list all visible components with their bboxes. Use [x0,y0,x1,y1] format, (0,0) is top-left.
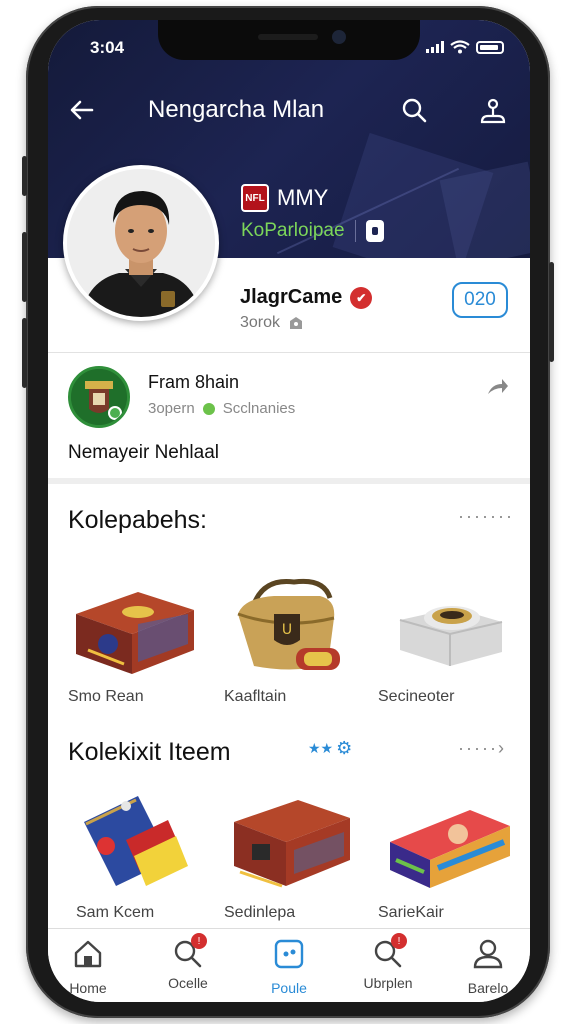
status-time: 3:04 [90,38,125,57]
tab-label: Ocelle [168,975,208,991]
collection-item[interactable]: U Kaafltain [224,574,364,724]
notification-badge: ! [191,933,207,949]
brand-subtitle-row: KoParloipae [241,220,384,242]
tab-home[interactable]: Home [48,937,128,997]
tab-ocelle[interactable]: ! Ocelle [148,933,228,997]
gift-box-image [234,800,350,888]
team-name[interactable]: Fram 8hain [148,372,239,393]
item-label: Kaafltain [224,688,287,705]
tab-barelo[interactable]: Barelo [448,937,528,997]
item-label: SarieKair [378,904,444,921]
notch [158,20,420,60]
user-joystick-icon[interactable] [478,96,508,126]
volume-down-button [22,232,27,302]
team-description: Nemayeir Nehlaal [68,442,220,463]
item-label: Secineoter [378,688,455,705]
item-label: Smo Rean [68,688,144,705]
brand: NFL MMY [241,184,328,212]
profile-name: JlagrCame [240,286,343,308]
page-title: Nengarcha Mlan [148,96,325,123]
gift-box-image [76,592,194,674]
team-logo[interactable] [68,366,130,428]
bag-image: U [237,578,340,670]
verified-icon: ✔ [350,286,373,309]
card-pack-image [84,796,188,886]
lock-chip-icon[interactable] [365,220,384,242]
level-badge[interactable]: 020 [452,282,508,318]
collection-item[interactable]: SarieKair [378,790,518,940]
tab-ubrplen[interactable]: ! Ubrplen [348,933,428,997]
profile-subtitle-row: 3orok [240,314,304,332]
item-label: Sedinlepa [224,904,296,921]
tab-poule[interactable]: Poule [249,937,329,997]
home-icon [74,940,102,968]
share-icon[interactable] [484,374,510,400]
profile-name-row: JlagrCame ✔ [240,286,373,309]
trophy-case-image [399,606,503,666]
collections-title: Kolepabehs: [68,506,208,534]
signal-icon [426,41,444,53]
tab-label: Poule [271,980,307,996]
section-divider [48,478,530,484]
more-button[interactable]: ······· [458,506,514,527]
collection-items-title: Kolekixit Iteem [68,738,231,766]
team-meta: 3opern Scclnanies [148,400,295,417]
power-button [549,262,554,362]
user-icon [473,939,503,969]
brand-name: MMY [277,185,329,210]
tag-icon [290,317,303,329]
mute-switch [22,318,27,388]
svg-text:U: U [282,622,292,638]
divider [48,352,530,353]
back-arrow-icon[interactable] [66,94,98,126]
collection-item[interactable]: Sam Kcem [76,790,216,940]
status-icons [426,40,504,54]
tab-label: Ubrplen [363,975,413,991]
more-button[interactable]: ·····› [458,738,506,759]
tab-label: Home [69,980,107,996]
item-label: Sam Kcem [76,904,155,921]
star-icon: ★★ [308,740,334,756]
battery-icon [476,40,504,54]
tab-label: Barelo [467,980,509,996]
card-box-image [390,810,510,888]
collection-item[interactable]: Sedinlepa [224,790,364,940]
profile-card-icon [274,939,304,969]
tab-bar: Home ! Ocelle Poule ! Ubrplen Barelo [48,928,530,1002]
volume-up-button [22,156,27,196]
avatar[interactable] [63,165,219,321]
brand-subtitle: KoParloipae [241,220,345,241]
brand-logo: NFL [241,184,269,212]
status-dot [202,402,215,415]
screen: 3:04 Nengarcha Mlan NFL MMY KoParloipae [48,20,530,1002]
wifi-icon [450,40,470,54]
search-icon[interactable] [400,96,428,124]
gear-icon[interactable]: ⚙ [336,738,352,759]
team-meta-left: 3opern [148,400,195,417]
notification-badge: ! [391,933,407,949]
profile-subtitle: 3orok [240,314,281,331]
section-icons: ★★ ⚙ [308,738,352,759]
team-meta-right: Scclnanies [222,400,296,417]
collection-item[interactable]: Secineoter [378,574,518,724]
collection-item[interactable]: Smo Rean [68,574,208,724]
